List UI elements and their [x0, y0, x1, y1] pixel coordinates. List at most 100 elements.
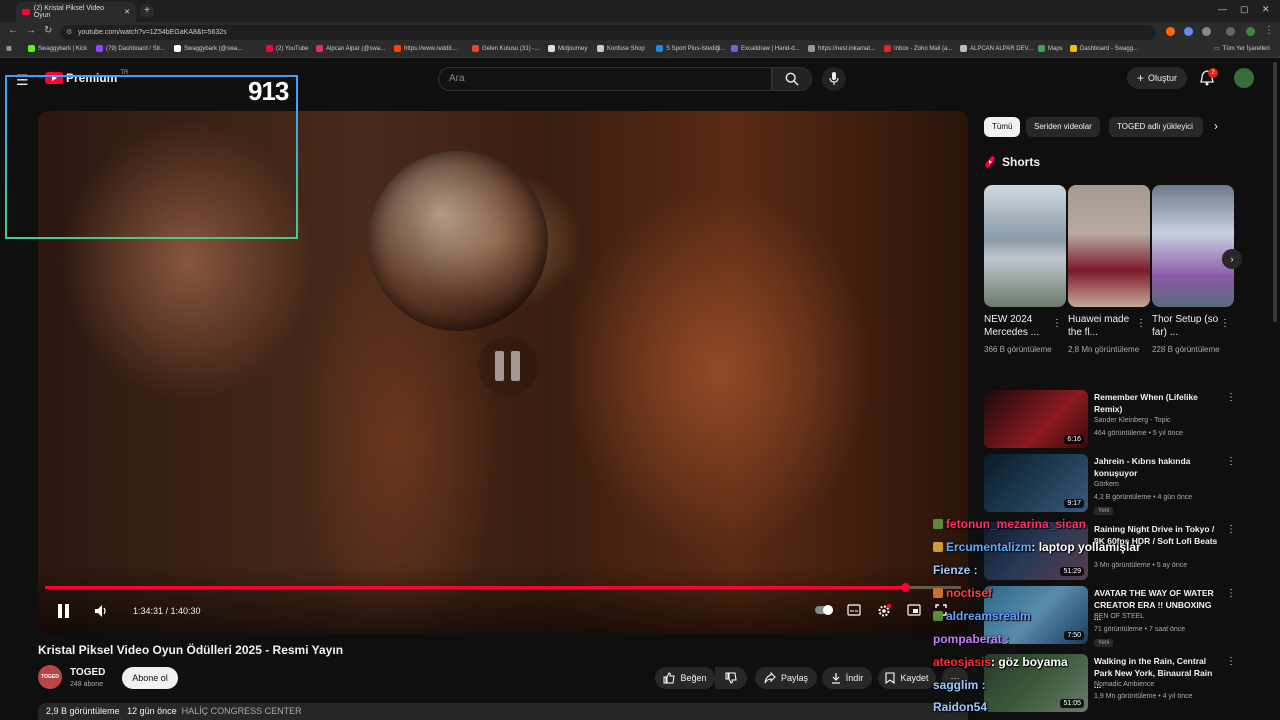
sidebar-icon[interactable]: [1226, 27, 1235, 36]
short-title[interactable]: NEW 2024 Mercedes ...: [984, 313, 1056, 339]
video-channel[interactable]: BEN OF STEEL: [1094, 613, 1144, 620]
more-vertical-icon[interactable]: ⋮: [1226, 656, 1236, 667]
all-bookmarks-item[interactable]: ▭ Tüm Yer İşaretleri: [1214, 45, 1270, 53]
close-window-icon[interactable]: ✕: [1262, 4, 1270, 15]
more-vertical-icon[interactable]: ⋮: [1136, 318, 1146, 329]
more-vertical-icon[interactable]: ⋮: [1052, 318, 1062, 329]
browser-tab[interactable]: (2) Kristal Piksel Video Oyun ✕: [16, 2, 136, 22]
chat-message: pompaberat :: [933, 632, 1009, 646]
more-vertical-icon[interactable]: ⋮: [1226, 588, 1236, 599]
progress-bar-played[interactable]: [45, 586, 906, 589]
bookmark-label: Swaggybark (@swa...: [184, 45, 243, 52]
video-thumbnail[interactable]: 9:17: [984, 454, 1088, 512]
extension-icon[interactable]: [1166, 27, 1175, 36]
share-button[interactable]: Paylaş: [755, 667, 817, 689]
bookmark-item[interactable]: Alpcan Alpar (@swa...: [316, 45, 385, 52]
video-meta: 1,9 Mn görüntüleme • 4 yıl önce: [1094, 693, 1193, 700]
short-thumbnail[interactable]: [1152, 185, 1234, 307]
bookmark-favicon-icon: [808, 45, 815, 52]
more-vertical-icon[interactable]: ⋮: [1226, 392, 1236, 403]
maximize-icon[interactable]: ▢: [1240, 4, 1249, 15]
bookmark-item[interactable]: (79) Dashboard / Str...: [96, 45, 165, 52]
bookmark-item[interactable]: Gelen Kutusu (31) -...: [472, 45, 539, 52]
video-thumbnail[interactable]: 6:16: [984, 390, 1088, 448]
shorts-heading-label: Shorts: [1002, 155, 1041, 169]
bookmark-item[interactable]: https://nest.inkamat...: [808, 45, 875, 52]
chip-all[interactable]: Tümü: [984, 117, 1021, 137]
bookmark-item[interactable]: Dashboard - Swagg...: [1070, 45, 1138, 52]
chip-series[interactable]: Seriden videolar: [1026, 117, 1100, 137]
tab-close-icon[interactable]: ✕: [124, 8, 130, 16]
autoplay-toggle-icon[interactable]: [814, 604, 834, 616]
video-meta: 3 Mn görüntüleme • 5 ay önce: [1094, 562, 1188, 569]
like-button[interactable]: Beğen: [655, 667, 715, 689]
pause-icon[interactable]: [56, 603, 72, 619]
description-box[interactable]: 2,9 B görüntüleme 12 gün önce HALİÇ CONG…: [38, 703, 968, 720]
bookmark-item[interactable]: ALPCAN ALPAR DEV...: [960, 45, 1033, 52]
more-vertical-icon[interactable]: ⋮: [1226, 456, 1236, 467]
bookmark-item[interactable]: Swaggybark | Kick: [28, 45, 87, 52]
chevron-right-icon[interactable]: ›: [1214, 119, 1218, 133]
bookmark-favicon-icon: [316, 45, 323, 52]
bookmark-item[interactable]: https://www.reddit....: [394, 45, 458, 52]
search-input[interactable]: Ara: [438, 67, 772, 91]
profile-icon[interactable]: [1246, 27, 1255, 36]
url-input[interactable]: ⚙ youtube.com/watch?v=1Z54bEGaKA8&t=5632…: [60, 25, 1156, 40]
more-vertical-icon[interactable]: ⋮: [1220, 318, 1230, 329]
subscribe-button[interactable]: Abone ol: [122, 667, 178, 689]
page-scrollbar[interactable]: [1273, 62, 1277, 322]
video-channel[interactable]: Görkem: [1094, 481, 1119, 488]
bookmark-item[interactable]: S Sport Plus-İstediği...: [656, 45, 725, 52]
bookmark-icon: [885, 672, 896, 684]
video-channel[interactable]: Sander Kleinberg - Topic: [1094, 417, 1171, 424]
pause-overlay-icon[interactable]: [478, 336, 538, 396]
back-icon[interactable]: ←: [8, 25, 18, 36]
extensions-puzzle-icon[interactable]: [1202, 27, 1211, 36]
voice-search-button[interactable]: [822, 67, 846, 91]
short-thumbnail[interactable]: [984, 185, 1066, 307]
bookmark-item[interactable]: (2) YouTube: [266, 45, 308, 52]
subtitles-icon[interactable]: [847, 604, 861, 616]
create-button[interactable]: + Oluştur: [1127, 67, 1187, 89]
search-button[interactable]: [772, 67, 812, 91]
short-title[interactable]: Huawei made the fl...: [1068, 313, 1140, 339]
volume-icon[interactable]: [94, 604, 108, 618]
chat-message: Raidon54: [933, 700, 987, 714]
channel-name[interactable]: TOGED: [70, 667, 105, 678]
video-title-link[interactable]: Remember When (Lifelike Remix): [1094, 391, 1218, 415]
extension-icon[interactable]: [1184, 27, 1193, 36]
viewer-count: 913: [248, 76, 289, 106]
chat-username: Fienze :: [933, 563, 978, 577]
browser-menu-icon[interactable]: ⋮: [1264, 25, 1274, 36]
new-tab-button[interactable]: +: [140, 4, 154, 18]
chat-username: sagglim :: [933, 678, 986, 692]
bookmark-item[interactable]: Excalidraw | Hand-d...: [731, 45, 800, 52]
apps-icon[interactable]: ▦: [6, 45, 12, 52]
bookmark-item[interactable]: Konfuse Shop: [597, 45, 645, 52]
bookmark-item[interactable]: Swaggybark (@swa...: [174, 45, 242, 52]
channel-avatar[interactable]: TOGED: [38, 665, 62, 689]
video-channel[interactable]: Nomadic Ambience: [1094, 681, 1154, 688]
site-info-icon[interactable]: ⚙: [66, 25, 72, 40]
more-vertical-icon[interactable]: ⋮: [1226, 524, 1236, 535]
reload-icon[interactable]: ↻: [44, 25, 52, 36]
video-frame-crystal-orb: [368, 151, 548, 331]
dislike-button[interactable]: [715, 667, 747, 689]
video-title-link[interactable]: Jahrein - Kıbrıs hakında konuşuyor: [1094, 455, 1218, 479]
shorts-next-button[interactable]: ›: [1222, 249, 1242, 269]
bookmark-item[interactable]: Maps: [1038, 45, 1063, 52]
chat-text: : göz boyama: [991, 655, 1068, 669]
short-thumbnail[interactable]: [1068, 185, 1150, 307]
forward-icon[interactable]: →: [26, 25, 36, 36]
miniplayer-icon[interactable]: [907, 604, 921, 616]
save-button[interactable]: Kaydet: [878, 667, 936, 689]
download-button[interactable]: İndir: [822, 667, 872, 689]
settings-gear-icon[interactable]: [877, 604, 891, 618]
bookmark-item[interactable]: Midjourney: [548, 45, 587, 52]
account-avatar[interactable]: [1234, 68, 1254, 88]
short-title[interactable]: Thor Setup (so far) ...: [1152, 313, 1224, 339]
bookmark-item[interactable]: Inbox - Zoho Mail (a...: [884, 45, 952, 52]
progress-scrubber[interactable]: [901, 583, 910, 592]
chip-uploader[interactable]: TOGED adlı yükleyici: [1109, 117, 1203, 137]
minimize-icon[interactable]: —: [1218, 4, 1227, 14]
